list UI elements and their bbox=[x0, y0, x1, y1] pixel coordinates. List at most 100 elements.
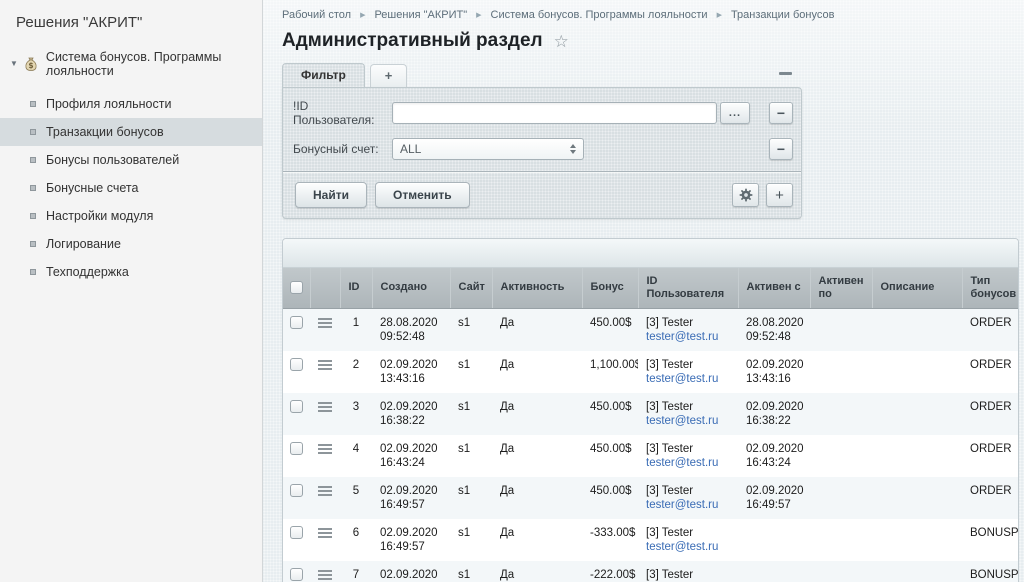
breadcrumb-separator-icon: ▶ bbox=[476, 12, 481, 19]
cell-site: s1 bbox=[450, 477, 492, 519]
row-checkbox[interactable] bbox=[290, 442, 303, 455]
cell-bonus: 450.00$ bbox=[582, 308, 638, 351]
cell-activity: Да bbox=[492, 519, 582, 561]
breadcrumb-item[interactable]: Система бонусов. Программы лояльности bbox=[491, 9, 708, 21]
bonus-account-label: Бонусный счет: bbox=[293, 142, 392, 156]
select-all-checkbox[interactable] bbox=[290, 281, 303, 294]
cell-active-from bbox=[738, 519, 810, 561]
favorite-star-icon[interactable]: ☆ bbox=[554, 33, 569, 50]
sidebar-item[interactable]: Транзакции бонусов bbox=[0, 118, 262, 146]
row-actions-menu-icon[interactable] bbox=[318, 360, 332, 370]
cell-user: [3] Testertester@test.ru bbox=[638, 477, 738, 519]
cell-created: 02.09.202017:25:09 bbox=[372, 561, 450, 582]
cell-bonus: 1,100.00$ bbox=[582, 351, 638, 393]
column-header[interactable]: Бонус bbox=[582, 268, 638, 308]
column-header[interactable]: Создано bbox=[372, 268, 450, 308]
filter-minimize-icon[interactable] bbox=[779, 72, 792, 75]
row-checkbox[interactable] bbox=[290, 316, 303, 329]
cell-bonus-type: ORDER bbox=[962, 477, 1018, 519]
cell-activity: Да bbox=[492, 351, 582, 393]
sidebar-items: Профиля лояльности Транзакции бонусов Бо… bbox=[0, 90, 262, 286]
user-email-link[interactable]: tester@test.ru bbox=[646, 456, 735, 470]
cell-site: s1 bbox=[450, 308, 492, 351]
cell-active-from: 28.08.202009:52:48 bbox=[738, 308, 810, 351]
cell-created: 02.09.202016:49:57 bbox=[372, 477, 450, 519]
row-actions-menu-icon[interactable] bbox=[318, 570, 332, 580]
table-row: 7 02.09.202017:25:09 s1 Да -222.00$ [3] … bbox=[283, 561, 1018, 582]
cell-description bbox=[872, 561, 962, 582]
sidebar-item[interactable]: Техподдержка bbox=[0, 258, 262, 286]
cell-created: 02.09.202016:38:22 bbox=[372, 393, 450, 435]
sidebar-item[interactable]: Профиля лояльности bbox=[0, 90, 262, 118]
cell-activity: Да bbox=[492, 435, 582, 477]
column-header[interactable]: Активен по bbox=[810, 268, 872, 308]
filter-settings-button[interactable] bbox=[732, 183, 759, 207]
cell-activity: Да bbox=[492, 393, 582, 435]
remove-bonus-account-field-button[interactable]: − bbox=[769, 138, 793, 160]
breadcrumb-item[interactable]: Решения "АКРИТ" bbox=[374, 9, 467, 21]
column-header[interactable]: ID Пользователя bbox=[638, 268, 738, 308]
sidebar-item[interactable]: Бонусы пользователей bbox=[0, 146, 262, 174]
user-email-link[interactable]: tester@test.ru bbox=[646, 330, 735, 344]
cell-bonus: 450.00$ bbox=[582, 435, 638, 477]
bonus-account-select[interactable]: ALL bbox=[392, 138, 584, 160]
user-email-link[interactable]: tester@test.ru bbox=[646, 540, 735, 554]
cell-active-from: 02.09.202013:43:16 bbox=[738, 351, 810, 393]
sidebar-item[interactable]: Настройки модуля bbox=[0, 202, 262, 230]
cell-bonus: -222.00$ bbox=[582, 561, 638, 582]
breadcrumb-separator-icon: ▶ bbox=[717, 12, 722, 19]
row-actions-menu-icon[interactable] bbox=[318, 486, 332, 496]
row-checkbox[interactable] bbox=[290, 568, 303, 581]
row-actions-menu-icon[interactable] bbox=[318, 402, 332, 412]
sidebar-item-label: Бонусы пользователей bbox=[46, 153, 179, 167]
cell-active-from: 02.09.202016:38:22 bbox=[738, 393, 810, 435]
cell-user: [3] Testertester@test.ru bbox=[638, 435, 738, 477]
cell-created: 02.09.202013:43:16 bbox=[372, 351, 450, 393]
user-id-picker-button[interactable]: ... bbox=[720, 102, 750, 124]
row-checkbox[interactable] bbox=[290, 358, 303, 371]
remove-user-id-field-button[interactable]: − bbox=[769, 102, 793, 124]
sidebar-root-item[interactable]: ▼ $ Система бонусов. Программы лояльност… bbox=[0, 31, 262, 78]
breadcrumb-item[interactable]: Рабочий стол bbox=[282, 9, 351, 21]
chevron-down-icon[interactable]: ▼ bbox=[10, 60, 18, 68]
row-checkbox[interactable] bbox=[290, 526, 303, 539]
column-header[interactable]: Сайт bbox=[450, 268, 492, 308]
add-filter-field-button[interactable]: + bbox=[766, 183, 793, 207]
sidebar-title: Решения "АКРИТ" bbox=[0, 0, 262, 31]
sidebar-item-label: Бонусные счета bbox=[46, 181, 138, 195]
user-email-link[interactable]: tester@test.ru bbox=[646, 372, 735, 386]
column-header[interactable]: Описание bbox=[872, 268, 962, 308]
cell-bonus-type: ORDER bbox=[962, 308, 1018, 351]
column-header[interactable]: ID bbox=[340, 268, 372, 308]
cell-id: 2 bbox=[340, 351, 372, 393]
cell-user: [3] Testertester@test.ru bbox=[638, 519, 738, 561]
tab-filter[interactable]: Фильтр bbox=[282, 63, 365, 87]
cell-user: [3] Testertester@test.ru bbox=[638, 561, 738, 582]
cell-created: 02.09.202016:43:24 bbox=[372, 435, 450, 477]
column-header[interactable]: Активность bbox=[492, 268, 582, 308]
breadcrumb-item[interactable]: Транзакции бонусов bbox=[731, 9, 835, 21]
user-email-link[interactable]: tester@test.ru bbox=[646, 498, 735, 512]
user-id-input[interactable] bbox=[392, 102, 717, 124]
row-checkbox[interactable] bbox=[290, 484, 303, 497]
tab-add-filter[interactable]: + bbox=[370, 64, 408, 87]
row-actions-menu-icon[interactable] bbox=[318, 444, 332, 454]
row-checkbox[interactable] bbox=[290, 400, 303, 413]
table-row: 1 28.08.202009:52:48 s1 Да 450.00$ [3] T… bbox=[283, 308, 1018, 351]
sidebar-item[interactable]: Бонусные счета bbox=[0, 174, 262, 202]
find-button[interactable]: Найти bbox=[295, 182, 367, 208]
column-header[interactable]: Тип бонусов bbox=[962, 268, 1018, 308]
row-actions-menu-icon[interactable] bbox=[318, 318, 332, 328]
user-email-link[interactable]: tester@test.ru bbox=[646, 414, 735, 428]
row-actions-menu-icon[interactable] bbox=[318, 528, 332, 538]
cancel-button[interactable]: Отменить bbox=[375, 182, 470, 208]
cell-created: 02.09.202016:49:57 bbox=[372, 519, 450, 561]
cell-active-from: 02.09.202016:49:57 bbox=[738, 477, 810, 519]
sidebar-item[interactable]: Логирование bbox=[0, 230, 262, 258]
cell-site: s1 bbox=[450, 351, 492, 393]
cell-description bbox=[872, 519, 962, 561]
cell-bonus: 450.00$ bbox=[582, 393, 638, 435]
grid-toolbar bbox=[283, 239, 1018, 268]
cell-active-to bbox=[810, 561, 872, 582]
column-header[interactable]: Активен с bbox=[738, 268, 810, 308]
